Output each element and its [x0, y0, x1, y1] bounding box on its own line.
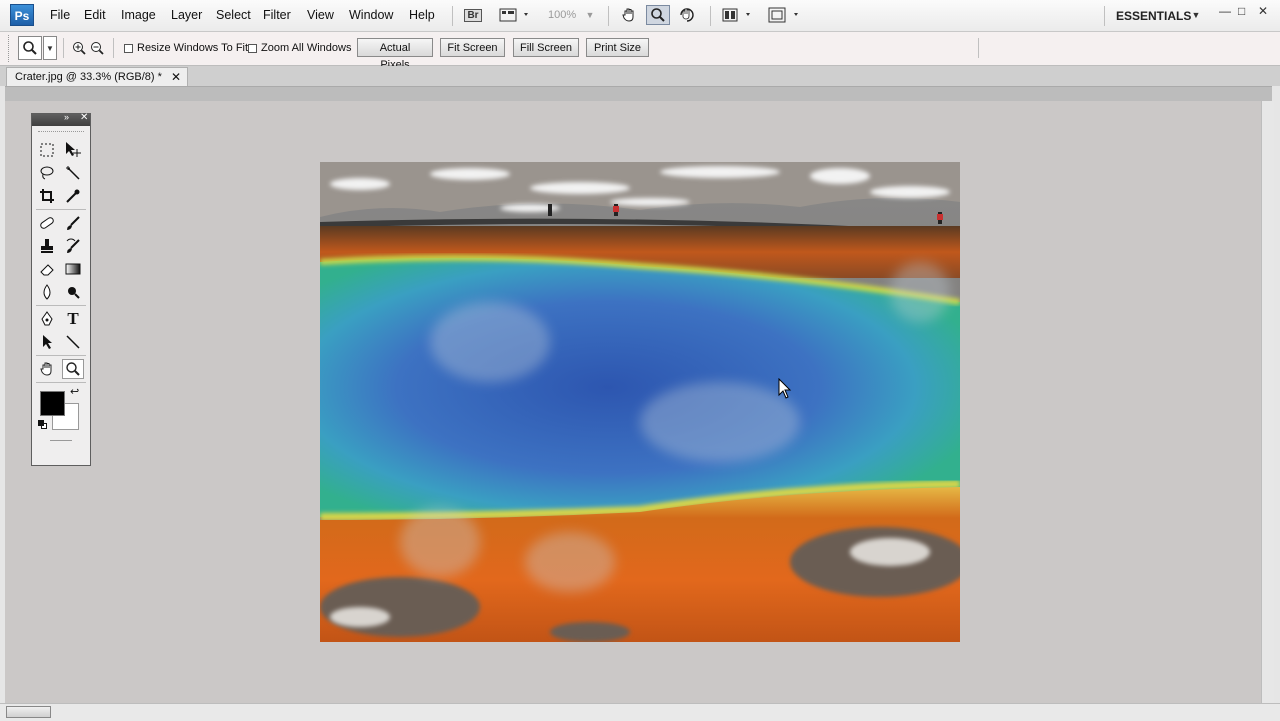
bridge-icon[interactable]: Br: [462, 5, 484, 25]
menu-layer[interactable]: Layer: [171, 8, 202, 22]
magic-wand-icon[interactable]: [62, 163, 84, 183]
document-tab-title: Crater.jpg @ 33.3% (RGB/8) *: [15, 71, 162, 83]
healing-brush-icon[interactable]: [36, 213, 58, 233]
scrollbar-thumb[interactable]: [6, 706, 51, 718]
separator: [63, 38, 64, 58]
tool-preset-dropdown-icon[interactable]: ▼: [43, 36, 57, 60]
zoom-tool-icon[interactable]: [62, 359, 84, 379]
checkbox-box[interactable]: [248, 43, 257, 53]
menu-file[interactable]: File: [50, 8, 70, 22]
rectangular-marquee-icon[interactable]: [36, 140, 58, 160]
gradient-icon[interactable]: [62, 259, 84, 279]
clone-stamp-icon[interactable]: [36, 236, 58, 256]
separator: [1104, 6, 1105, 26]
menu-filter[interactable]: Filter: [263, 8, 291, 22]
rotate-view-icon[interactable]: [676, 5, 698, 25]
default-colors-icon[interactable]: [38, 420, 47, 429]
screen-mode-icon[interactable]: [766, 5, 806, 25]
eyedropper-icon[interactable]: [62, 186, 84, 206]
vertical-scrollbar[interactable]: [1261, 101, 1274, 703]
mouse-cursor-icon: [778, 378, 792, 399]
close-tab-icon[interactable]: ✕: [171, 68, 181, 86]
view-extras-icon[interactable]: [498, 5, 534, 25]
tool-divider: [36, 382, 86, 383]
zoom-out-icon[interactable]: [88, 38, 106, 58]
menu-select[interactable]: Select: [216, 8, 251, 22]
tool-divider: [36, 305, 86, 306]
lasso-icon[interactable]: [36, 163, 58, 183]
zoom-tool-preset-icon[interactable]: [18, 36, 42, 60]
collapse-panel-icon[interactable]: »: [64, 112, 69, 122]
quick-mask-icon[interactable]: [50, 440, 72, 441]
line-icon[interactable]: [62, 332, 84, 352]
path-selection-icon[interactable]: [36, 332, 58, 352]
document-tab[interactable]: Crater.jpg @ 33.3% (RGB/8) * ✕: [6, 67, 188, 86]
hand-tool-icon[interactable]: [36, 359, 58, 379]
hand-icon[interactable]: [618, 5, 640, 25]
document-image[interactable]: [320, 162, 960, 642]
separator: [452, 6, 453, 26]
arrange-documents-icon[interactable]: [720, 5, 756, 25]
resize-windows-label: Resize Windows To Fit: [137, 42, 249, 54]
menu-view[interactable]: View: [307, 8, 334, 22]
swap-colors-icon[interactable]: ↩: [70, 385, 79, 398]
checkbox-box[interactable]: [124, 43, 133, 53]
pen-icon[interactable]: [36, 309, 58, 329]
workspace-dropdown-icon[interactable]: ▼: [1190, 5, 1202, 25]
resize-windows-checkbox[interactable]: Resize Windows To Fit: [124, 42, 248, 54]
fill-screen-button[interactable]: Fill Screen: [513, 38, 579, 57]
zoom-all-windows-label: Zoom All Windows: [261, 42, 352, 54]
blur-icon[interactable]: [36, 282, 58, 302]
foreground-color-swatch[interactable]: [40, 391, 65, 416]
zoom-icon[interactable]: [646, 5, 670, 25]
crop-icon[interactable]: [36, 186, 58, 206]
bridge-label: Br: [464, 8, 482, 22]
menu-bar: Ps File Edit Image Layer Select Filter V…: [0, 0, 1280, 32]
type-icon[interactable]: T: [62, 309, 84, 329]
canvas-top-strip: [5, 87, 1272, 101]
dodge-icon[interactable]: [62, 282, 84, 302]
menu-image[interactable]: Image: [121, 8, 156, 22]
close-icon[interactable]: ✕: [1258, 4, 1268, 18]
zoom-in-icon[interactable]: [70, 38, 88, 58]
options-bar: ▼ Resize Windows To Fit Zoom All Windows…: [0, 32, 1280, 71]
move-icon[interactable]: [62, 140, 84, 160]
separator: [978, 38, 979, 58]
workspace-switcher[interactable]: ESSENTIALS: [1116, 9, 1191, 23]
tool-divider: [36, 355, 86, 356]
tools-panel: » ✕ T ↩: [31, 112, 91, 466]
horizontal-scrollbar[interactable]: [0, 703, 1280, 721]
fit-screen-button[interactable]: Fit Screen: [440, 38, 505, 57]
separator: [710, 6, 711, 26]
separator: [608, 6, 609, 26]
panel-grip: [38, 131, 84, 132]
zoom-dropdown-icon[interactable]: ▼: [584, 5, 596, 25]
tool-divider: [36, 209, 86, 210]
separator: [113, 38, 114, 58]
actual-pixels-button[interactable]: Actual Pixels: [357, 38, 433, 71]
close-panel-icon[interactable]: ✕: [80, 112, 88, 123]
menu-edit[interactable]: Edit: [84, 8, 106, 22]
zoom-all-windows-checkbox[interactable]: Zoom All Windows: [248, 42, 351, 54]
brush-icon[interactable]: [62, 213, 84, 233]
grip-handle[interactable]: [8, 35, 12, 62]
maximize-icon[interactable]: □: [1238, 4, 1245, 18]
document-tab-bar: Crater.jpg @ 33.3% (RGB/8) * ✕: [0, 66, 1280, 86]
print-size-button[interactable]: Print Size: [586, 38, 649, 57]
history-brush-icon[interactable]: [62, 236, 84, 256]
menu-window[interactable]: Window: [349, 8, 393, 22]
eraser-icon[interactable]: [36, 259, 58, 279]
zoom-level[interactable]: 100%: [548, 9, 576, 21]
tools-panel-header[interactable]: » ✕: [32, 112, 90, 126]
photoshop-logo[interactable]: Ps: [10, 4, 34, 26]
crater-photo: [320, 162, 960, 642]
minimize-icon[interactable]: —: [1219, 4, 1231, 18]
menu-help[interactable]: Help: [409, 8, 435, 22]
